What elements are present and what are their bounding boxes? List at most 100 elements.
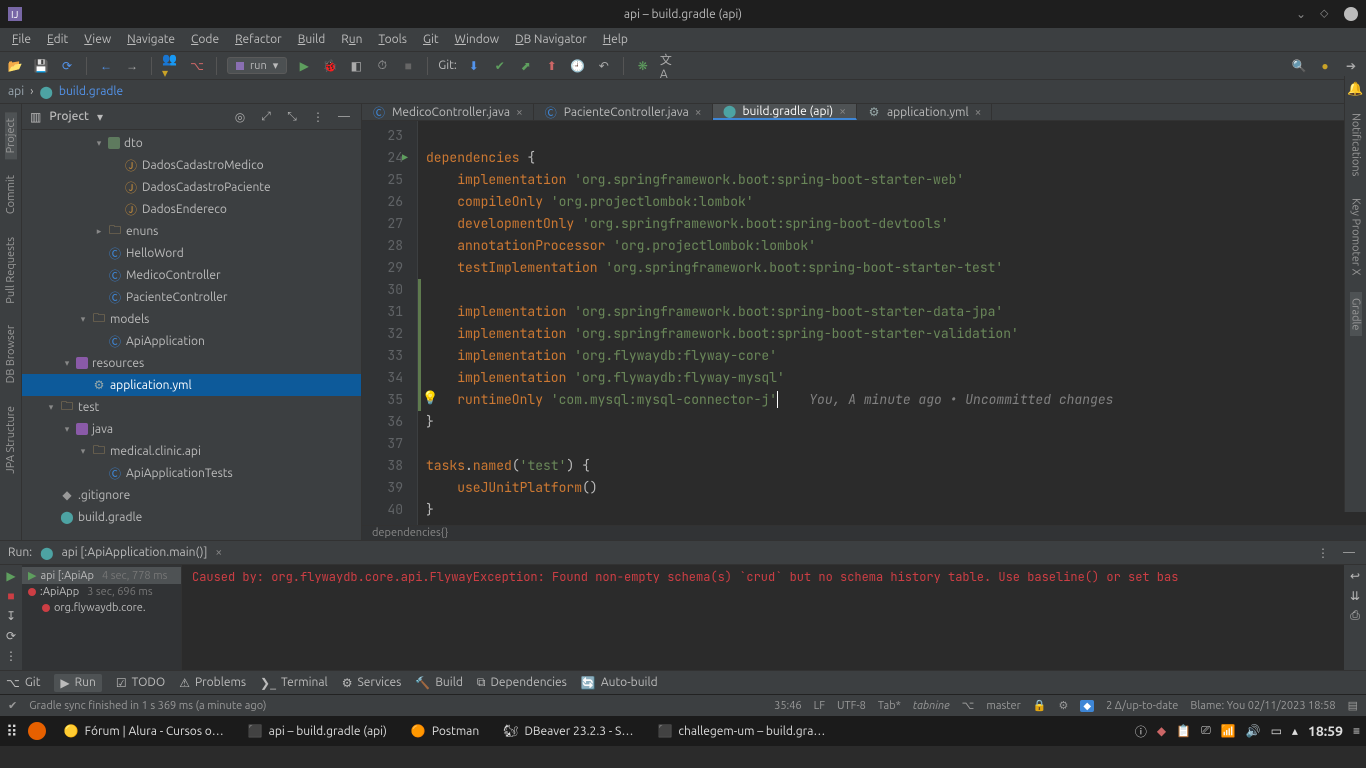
coverage-icon[interactable]: ◧ — [347, 57, 365, 75]
taskbar-app[interactable]: 🐿DBeaver 23.2.3 - S… — [495, 722, 641, 740]
strip-project[interactable]: Project — [5, 112, 17, 159]
menu-git[interactable]: Git — [417, 31, 445, 48]
close-tab-icon[interactable]: × — [975, 106, 982, 119]
menu-build[interactable]: Build — [292, 31, 332, 48]
menu-help[interactable]: Help — [597, 31, 634, 48]
tree-item[interactable]: ⒿDadosCadastroPaciente — [22, 176, 361, 198]
more-icon[interactable]: ⋮ — [309, 108, 327, 126]
blame-widget[interactable]: Blame: You 02/11/2023 18:58 — [1190, 700, 1335, 712]
chevron-down-icon[interactable]: ▾ — [97, 110, 103, 124]
git-push-icon[interactable]: ⬈ — [517, 57, 535, 75]
forward-icon[interactable]: → — [123, 57, 141, 75]
editor-tab[interactable]: ⒸMedicoController.java× — [362, 104, 534, 120]
git-branch[interactable]: master — [986, 700, 1020, 712]
tool-terminal[interactable]: ❯_Terminal — [260, 676, 328, 690]
chevron-icon[interactable]: ▾ — [78, 314, 88, 325]
menu-edit[interactable]: Edit — [41, 31, 74, 48]
strip-gradle[interactable]: Gradle — [1350, 292, 1362, 337]
tree-item[interactable]: ⒸApiApplicationTests — [22, 462, 361, 484]
close-icon[interactable] — [1344, 7, 1358, 21]
print-icon[interactable]: ⎙ — [1350, 609, 1360, 623]
tray-wifi-icon[interactable]: 📶 — [1221, 724, 1236, 738]
settings-icon[interactable]: ➔ — [1342, 57, 1360, 75]
run-tree-item[interactable]: ▶api [:ApiAp4 sec, 778 ms — [22, 567, 181, 584]
close-tab-icon[interactable]: × — [215, 546, 222, 559]
expand-icon[interactable]: ⤢ — [257, 108, 275, 126]
chevron-icon[interactable]: ▾ — [94, 138, 104, 149]
tool-problems[interactable]: ⚠Problems — [179, 676, 246, 690]
git-pull-icon[interactable]: ⬇ — [465, 57, 483, 75]
editor-tab[interactable]: ⬤build.gradle (api)× — [713, 104, 857, 120]
translate-icon[interactable]: 文A — [660, 57, 678, 75]
project-tree[interactable]: ▾dtoⒿDadosCadastroMedicoⒿDadosCadastroPa… — [22, 130, 361, 540]
menu-navigate[interactable]: Navigate — [121, 31, 181, 48]
tray-chevron-icon[interactable]: ▴ — [1292, 724, 1298, 738]
tool-auto-build[interactable]: 🔄Auto-build — [581, 676, 658, 690]
taskbar-app[interactable]: 🟠Postman — [403, 722, 487, 740]
run-console[interactable]: Caused by: org.flywaydb.core.api.FlywayE… — [182, 565, 1344, 670]
sync-icon[interactable]: ⟳ — [58, 57, 76, 75]
gear-icon[interactable]: ⚙ — [1059, 699, 1069, 712]
hide-icon[interactable]: — — [1340, 544, 1358, 562]
tray-battery-icon[interactable]: ▭ — [1271, 724, 1282, 738]
tool-services[interactable]: ⚙Services — [342, 676, 402, 690]
close-tab-icon[interactable]: × — [839, 105, 846, 118]
chevron-down-icon[interactable]: ⌄ — [1296, 7, 1310, 21]
tool-git[interactable]: ⌥Git — [6, 676, 40, 690]
menu-view[interactable]: View — [78, 31, 117, 48]
run-tree-item[interactable]: :ApiApp3 sec, 696 ms — [22, 584, 181, 600]
taskbar-app[interactable]: 🟡Fórum | Alura - Cursos o… — [56, 722, 232, 740]
tree-item[interactable]: ▾resources — [22, 352, 361, 374]
code-breadcrumb[interactable]: dependencies{} — [362, 525, 1366, 540]
tray-updates-icon[interactable]: ◆ — [1157, 724, 1166, 738]
tree-item[interactable]: ▾🗀models — [22, 308, 361, 330]
delta-text[interactable]: 2 Δ/up-to-date — [1106, 700, 1178, 712]
search-icon[interactable]: 🔍 — [1290, 57, 1308, 75]
strip-db-browser[interactable]: DB Browser — [5, 319, 17, 389]
stop-icon[interactable]: ■ — [399, 57, 417, 75]
intention-bulb-icon[interactable]: 💡 — [422, 389, 438, 406]
lock-icon[interactable]: 🔒 — [1033, 699, 1047, 712]
breadcrumb-file[interactable]: build.gradle — [59, 85, 123, 98]
tool-run[interactable]: ▶Run — [54, 674, 101, 692]
tabnine-widget[interactable]: tabnine — [913, 700, 950, 712]
profile-icon[interactable]: ⏱ — [373, 57, 391, 75]
run-tree[interactable]: ▶api [:ApiAp4 sec, 778 ms:ApiApp3 sec, 6… — [22, 565, 182, 670]
scroll-icon[interactable]: ⇊ — [1350, 589, 1360, 603]
strip-notifications[interactable]: Notifications — [1350, 107, 1362, 182]
save-icon[interactable]: 💾 — [32, 57, 50, 75]
more-icon[interactable]: ⋮ — [1314, 544, 1332, 562]
notifications-icon[interactable]: 🔔 — [1347, 82, 1363, 97]
tree-item[interactable]: ⒿDadosEndereco — [22, 198, 361, 220]
taskbar-app[interactable]: ⬛api – build.gradle (api) — [240, 722, 395, 740]
tray-clipboard-icon[interactable]: 📋 — [1176, 724, 1191, 738]
strip-commit[interactable]: Commit — [5, 169, 17, 220]
run-tab[interactable]: api [:ApiApplication.main()] — [62, 546, 208, 559]
strip-keypromoter[interactable]: Key Promoter X — [1350, 192, 1362, 281]
tree-item[interactable]: ⒸHelloWord — [22, 242, 361, 264]
taskbar-app[interactable]: ⬛challegem-um – build.gra… — [649, 722, 833, 740]
breadcrumb-root[interactable]: api — [8, 85, 24, 98]
tool-todo[interactable]: ☑TODO — [116, 676, 165, 690]
git-commit-icon[interactable]: ✔ — [491, 57, 509, 75]
menu-file[interactable]: File — [6, 31, 37, 48]
menu-refactor[interactable]: Refactor — [229, 31, 288, 48]
git-update-icon[interactable]: ⬆ — [543, 57, 561, 75]
rerun-icon[interactable]: ▶ — [6, 569, 15, 583]
tree-item[interactable]: ⬤build.gradle — [22, 506, 361, 528]
tree-item[interactable]: ▾🗀test — [22, 396, 361, 418]
down-icon[interactable]: ↧ — [6, 609, 16, 623]
users-icon[interactable]: 👥▾ — [162, 57, 180, 75]
open-icon[interactable]: 📂 — [6, 57, 24, 75]
menu-tools[interactable]: Tools — [373, 31, 414, 48]
menu-window[interactable]: Window — [449, 31, 505, 48]
tree-item[interactable]: ▾dto — [22, 132, 361, 154]
editor-tab[interactable]: ⒸPacienteController.java× — [534, 104, 713, 120]
close-tab-icon[interactable]: × — [695, 106, 702, 119]
spring-icon[interactable]: ❋ — [634, 57, 652, 75]
run-config-selector[interactable]: run ▾ — [227, 57, 287, 74]
softwrap-icon[interactable]: ↩ — [1350, 569, 1360, 583]
run-tree-item[interactable]: org.flywaydb.core. — [22, 600, 181, 616]
tree-item[interactable]: ◆.gitignore — [22, 484, 361, 506]
tree-item[interactable]: ▾java — [22, 418, 361, 440]
